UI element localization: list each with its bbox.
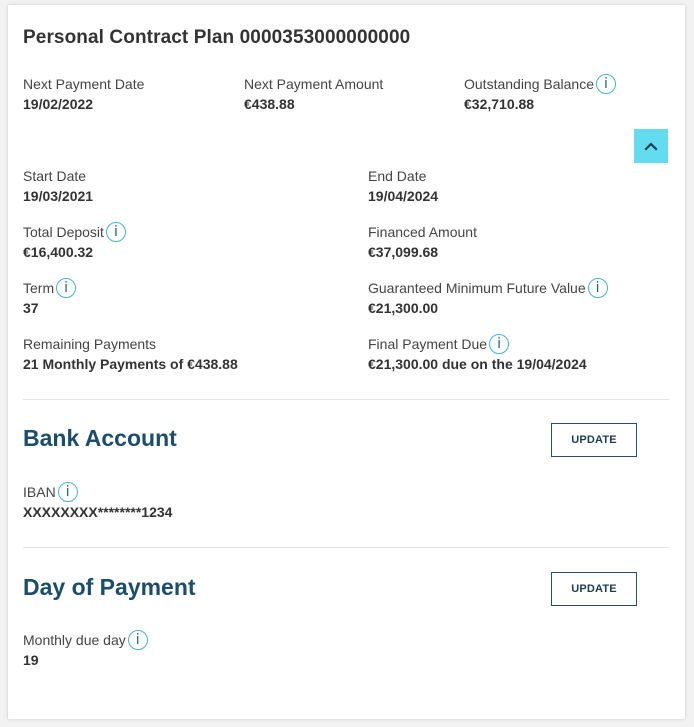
final-payment-value: €21,300.00 due on the 19/04/2024 [368, 356, 587, 372]
remaining-payments-value: 21 Monthly Payments of €438.88 [23, 356, 238, 372]
next-payment-date-field: Next Payment Date 19/02/2022 [23, 73, 144, 113]
update-day-of-payment-button[interactable]: UPDATE [551, 572, 637, 606]
divider [23, 547, 669, 548]
next-payment-date-value: 19/02/2022 [23, 96, 94, 112]
chevron-up-icon [644, 142, 658, 151]
iban-value: XXXXXXXX********1234 [23, 504, 173, 520]
outstanding-balance-field: Outstanding Balance i €32,710.88 [464, 73, 616, 113]
day-of-payment-title: Day of Payment [23, 574, 196, 600]
monthly-due-day-value: 19 [23, 652, 39, 668]
start-date-value: 19/03/2021 [23, 188, 94, 204]
monthly-due-day-label: Monthly due day [23, 632, 126, 648]
info-icon[interactable]: i [56, 278, 77, 298]
next-payment-amount-field: Next Payment Amount €438.88 [244, 73, 383, 113]
contract-card: Personal Contract Plan 0000353000000000 … [8, 5, 685, 719]
remaining-payments-field: Remaining Payments 21 Monthly Payments o… [23, 333, 238, 373]
page-title: Personal Contract Plan 0000353000000000 [23, 27, 411, 48]
outstanding-balance-value: €32,710.88 [464, 96, 535, 112]
start-date-label: Start Date [23, 168, 87, 184]
total-deposit-value: €16,400.32 [23, 244, 94, 260]
info-icon[interactable]: i [489, 334, 510, 354]
gmfv-field: Guaranteed Minimum Future Value i €21,30… [368, 277, 608, 317]
info-icon[interactable]: i [57, 482, 78, 502]
divider [23, 399, 669, 400]
total-deposit-field: Total Deposit i €16,400.32 [23, 221, 126, 261]
iban-label: IBAN [23, 484, 56, 500]
final-payment-field: Final Payment Due i €21,300.00 due on th… [368, 333, 587, 373]
collapse-button[interactable] [634, 129, 668, 163]
financed-amount-value: €37,099.68 [368, 244, 439, 260]
term-value: 37 [23, 300, 39, 316]
end-date-label: End Date [368, 168, 427, 184]
final-payment-label: Final Payment Due [368, 336, 488, 352]
remaining-payments-label: Remaining Payments [23, 336, 157, 352]
gmfv-value: €21,300.00 [368, 300, 439, 316]
info-icon[interactable]: i [595, 74, 616, 94]
gmfv-label: Guaranteed Minimum Future Value [368, 280, 586, 296]
end-date-field: End Date 19/04/2024 [368, 165, 438, 205]
financed-amount-label: Financed Amount [368, 224, 477, 240]
term-field: Term i 37 [23, 277, 77, 317]
info-icon[interactable]: i [127, 630, 148, 650]
end-date-value: 19/04/2024 [368, 188, 439, 204]
next-payment-date-label: Next Payment Date [23, 76, 145, 92]
next-payment-amount-label: Next Payment Amount [244, 76, 384, 92]
outstanding-balance-label: Outstanding Balance [464, 76, 594, 92]
iban-field: IBAN i XXXXXXXX********1234 [23, 481, 172, 521]
next-payment-amount-value: €438.88 [244, 96, 295, 112]
info-icon[interactable]: i [105, 222, 126, 242]
update-bank-account-button[interactable]: UPDATE [551, 423, 637, 457]
monthly-due-day-field: Monthly due day i 19 [23, 629, 148, 669]
total-deposit-label: Total Deposit [23, 224, 104, 240]
start-date-field: Start Date 19/03/2021 [23, 165, 93, 205]
financed-amount-field: Financed Amount €37,099.68 [368, 221, 477, 261]
term-label: Term [23, 280, 55, 296]
info-icon[interactable]: i [587, 278, 608, 298]
bank-account-title: Bank Account [23, 425, 177, 451]
